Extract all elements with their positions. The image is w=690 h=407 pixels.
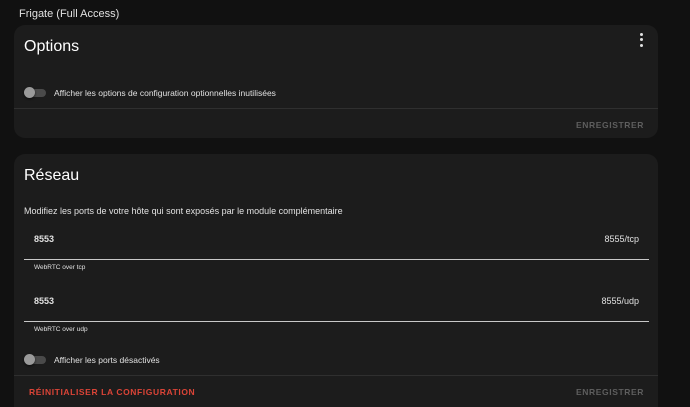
options-save-button[interactable]: ENREGISTRER: [576, 120, 644, 130]
divider: [14, 375, 658, 376]
port-suffix: 8555/tcp: [604, 234, 639, 244]
port-input-tcp[interactable]: 8553 8555/tcp: [24, 226, 649, 260]
network-title: Réseau: [24, 167, 80, 184]
port-helper-udp: WebRTC over udp: [34, 326, 88, 333]
options-title: Options: [24, 38, 80, 55]
divider: [14, 108, 658, 109]
show-unused-options-label: Afficher les options de configuration op…: [54, 88, 276, 98]
port-value: 8553: [34, 234, 55, 244]
network-description: Modifiez les ports de votre hôte qui son…: [24, 206, 343, 216]
toggle-knob: [24, 354, 35, 365]
page-title: Frigate (Full Access): [19, 8, 120, 20]
port-helper-tcp: WebRTC over tcp: [34, 264, 86, 271]
network-card: Réseau Modifiez les ports de votre hôte …: [14, 154, 658, 407]
options-card: Options Afficher les options de configur…: [14, 25, 658, 138]
network-save-button[interactable]: ENREGISTRER: [576, 387, 644, 397]
port-input-udp[interactable]: 8553 8555/udp: [24, 288, 649, 322]
port-suffix: 8555/udp: [601, 296, 639, 306]
dots-vertical-icon[interactable]: [634, 32, 648, 48]
port-value: 8553: [34, 296, 55, 306]
toggle-knob: [24, 87, 35, 98]
reset-configuration-button[interactable]: RÉINITIALISER LA CONFIGURATION: [29, 387, 195, 397]
show-unused-options-toggle[interactable]: [24, 87, 46, 98]
show-disabled-ports-toggle[interactable]: [24, 354, 46, 365]
show-disabled-ports-label: Afficher les ports désactivés: [54, 355, 160, 365]
